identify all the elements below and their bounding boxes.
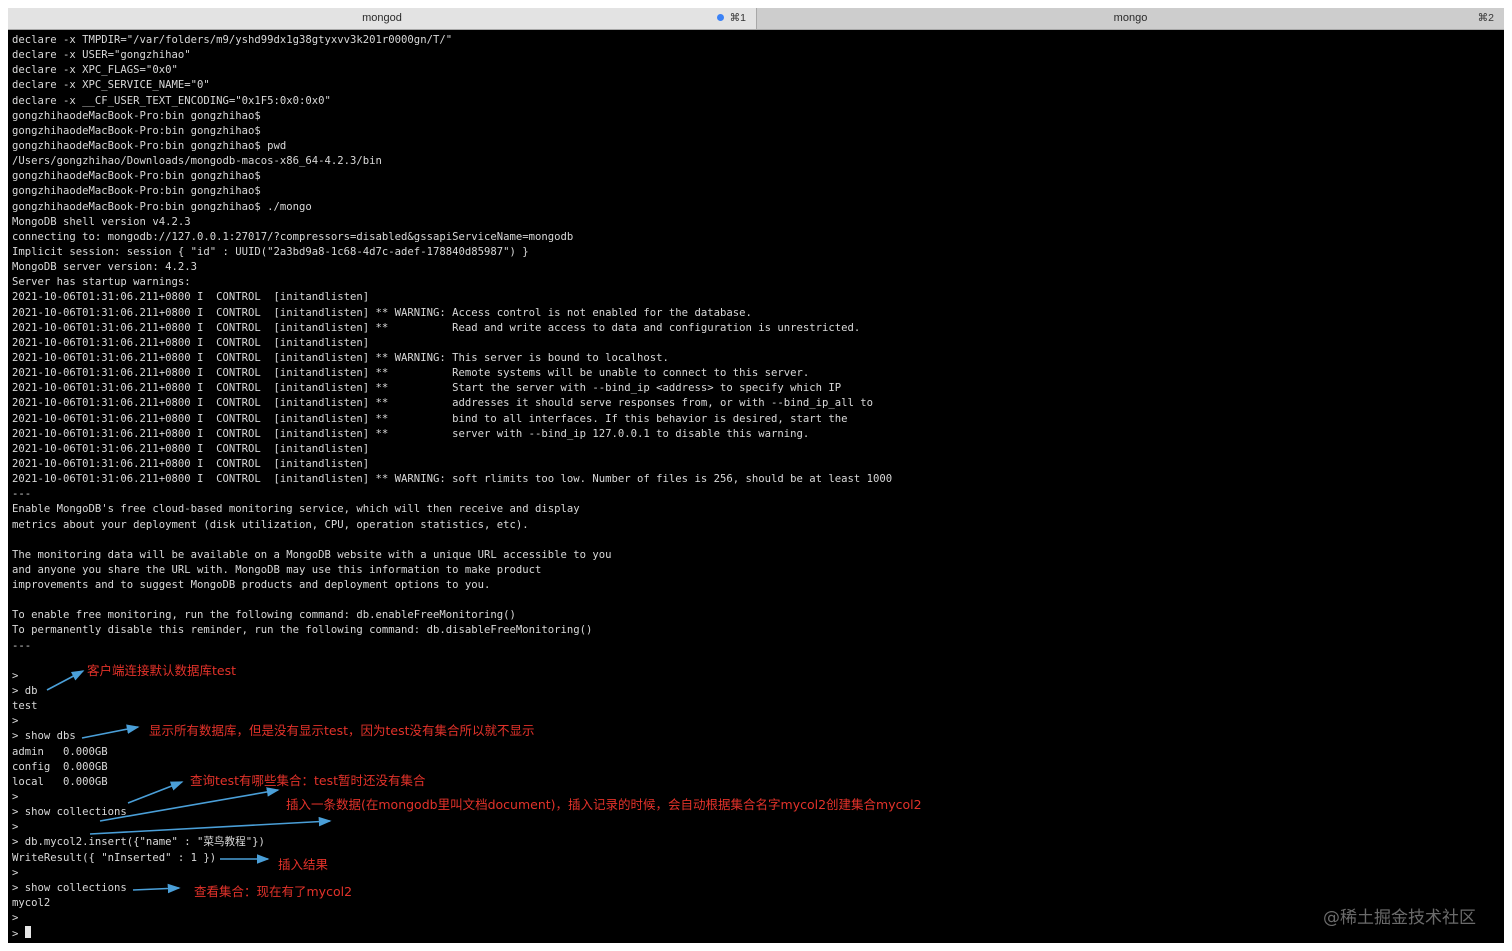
terminal-line: gongzhihaodeMacBook-Pro:bin gongzhihao$ xyxy=(12,109,261,122)
watermark: @稀土掘金技术社区 xyxy=(1323,908,1476,928)
terminal-line: 2021-10-06T01:31:06.211+0800 I CONTROL [… xyxy=(12,397,874,410)
terminal-line: 2021-10-06T01:31:06.211+0800 I CONTROL [… xyxy=(12,442,370,455)
text-cursor xyxy=(24,926,31,939)
terminal-line: test xyxy=(12,700,38,713)
terminal-line: declare -x XPC_SERVICE_NAME="0" xyxy=(12,79,210,92)
terminal-line: > db.mycol2.insert({"name" : "菜鸟教程"}) xyxy=(12,836,265,849)
terminal-line: 2021-10-06T01:31:06.211+0800 I CONTROL [… xyxy=(12,306,752,319)
terminal-line: gongzhihaodeMacBook-Pro:bin gongzhihao$ … xyxy=(12,200,312,213)
terminal-line: 2021-10-06T01:31:06.211+0800 I CONTROL [… xyxy=(12,351,669,364)
annotation-db: 客户端连接默认数据库test xyxy=(87,663,237,678)
activity-indicator-icon xyxy=(717,14,724,21)
terminal-line: 2021-10-06T01:31:06.211+0800 I CONTROL [… xyxy=(12,367,810,380)
terminal-line: 2021-10-06T01:31:06.211+0800 I CONTROL [… xyxy=(12,427,810,440)
terminal-line: > xyxy=(12,912,19,925)
terminal-line: Enable MongoDB's free cloud-based monito… xyxy=(12,503,580,516)
annotation-insert: 插入一条数据(在mongodb里叫文档document)，插入记录的时候，会自动… xyxy=(286,797,922,812)
terminal-line: 2021-10-06T01:31:06.211+0800 I CONTROL [… xyxy=(12,457,370,470)
tab-title: mongod xyxy=(362,12,402,24)
terminal-line: MongoDB server version: 4.2.3 xyxy=(12,261,197,274)
tab-bar: mongod ⌘1 mongo ⌘2 xyxy=(8,8,1504,30)
terminal-line: 2021-10-06T01:31:06.211+0800 I CONTROL [… xyxy=(12,412,848,425)
terminal-line: gongzhihaodeMacBook-Pro:bin gongzhihao$ xyxy=(12,170,261,183)
terminal-line: MongoDB shell version v4.2.3 xyxy=(12,215,191,228)
terminal-line: and anyone you share the URL with. Mongo… xyxy=(12,563,542,576)
terminal-line: declare -x USER="gongzhihao" xyxy=(12,49,191,62)
terminal-line: 2021-10-06T01:31:06.211+0800 I CONTROL [… xyxy=(12,291,370,304)
terminal-line: --- xyxy=(12,639,32,652)
annotation-show-collections-2: 查看集合：现在有了mycol2 xyxy=(194,884,353,899)
terminal-line: To enable free monitoring, run the follo… xyxy=(12,609,516,622)
terminal-line: To permanently disable this reminder, ru… xyxy=(12,624,593,637)
annotation-show-dbs: 显示所有数据库，但是没有显示test，因为test没有集合所以就不显示 xyxy=(149,723,535,738)
terminal-line: improvements and to suggest MongoDB prod… xyxy=(12,579,491,592)
terminal-line: declare -x TMPDIR="/var/folders/m9/yshd9… xyxy=(12,34,453,46)
terminal-line: metrics about your deployment (disk util… xyxy=(12,518,529,531)
tab-mongod[interactable]: mongod ⌘1 xyxy=(8,8,757,29)
terminal-line: > db xyxy=(12,685,38,698)
terminal-line: connecting to: mongodb://127.0.0.1:27017… xyxy=(12,230,574,243)
annotation-show-collections: 查询test有哪些集合：test暂时还没有集合 xyxy=(190,773,426,788)
terminal-line: --- xyxy=(12,488,32,501)
terminal-line: /Users/gongzhihao/Downloads/mongodb-maco… xyxy=(12,155,382,168)
terminal-line: admin 0.000GB xyxy=(12,745,108,758)
tab-shortcut: ⌘1 xyxy=(729,12,746,24)
terminal-line: declare -x __CF_USER_TEXT_ENCODING="0x1F… xyxy=(12,94,331,107)
terminal-line: > xyxy=(12,821,19,834)
annotation-result: 插入结果 xyxy=(278,857,329,872)
terminal-line: Server has startup warnings: xyxy=(12,276,191,289)
terminal-line: gongzhihaodeMacBook-Pro:bin gongzhihao$ … xyxy=(12,139,287,152)
terminal-line: Implicit session: session { "id" : UUID(… xyxy=(12,245,529,258)
terminal-line: 2021-10-06T01:31:06.211+0800 I CONTROL [… xyxy=(12,336,370,349)
terminal-line: The monitoring data will be available on… xyxy=(12,548,612,561)
terminal-line: > xyxy=(12,926,1492,941)
tab-title: mongo xyxy=(1113,12,1148,24)
tab-shortcut: ⌘2 xyxy=(1477,12,1494,24)
terminal-line: gongzhihaodeMacBook-Pro:bin gongzhihao$ xyxy=(12,124,261,137)
terminal-line: WriteResult({ "nInserted" : 1 }) xyxy=(12,851,217,864)
terminal-line: 2021-10-06T01:31:06.211+0800 I CONTROL [… xyxy=(12,382,842,395)
terminal-line: declare -x XPC_FLAGS="0x0" xyxy=(12,64,178,77)
terminal-line: 2021-10-06T01:31:06.211+0800 I CONTROL [… xyxy=(12,473,893,486)
terminal-line: > xyxy=(12,866,19,879)
tab-mongo[interactable]: mongo ⌘2 xyxy=(757,8,1504,29)
terminal-line: 2021-10-06T01:31:06.211+0800 I CONTROL [… xyxy=(12,321,861,334)
terminal-line: gongzhihaodeMacBook-Pro:bin gongzhihao$ xyxy=(12,185,261,198)
